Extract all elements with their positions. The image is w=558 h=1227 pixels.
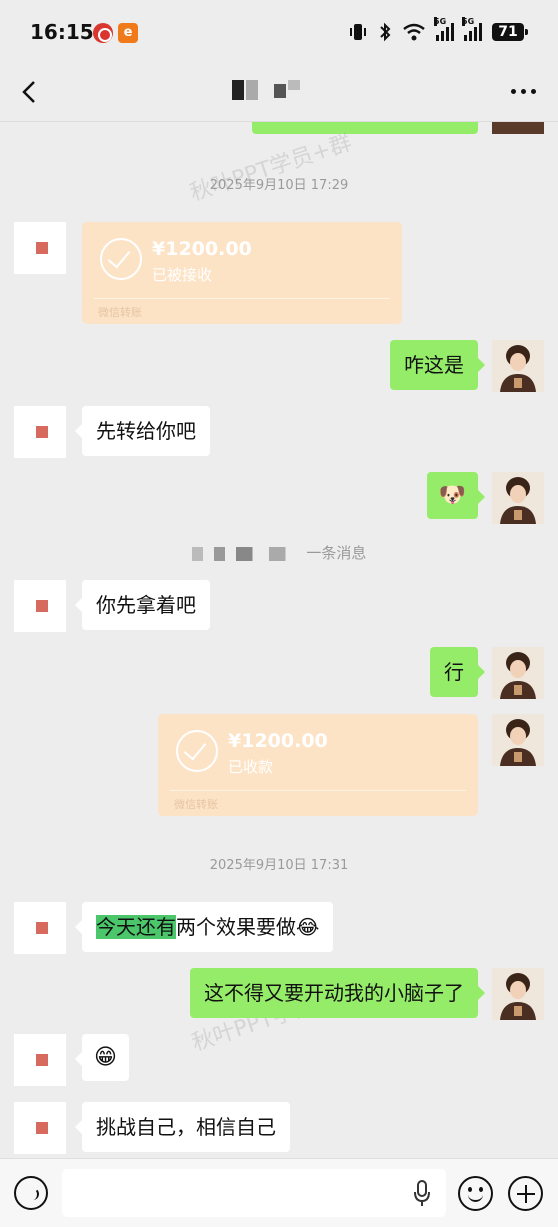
notification-app-icon — [93, 23, 113, 43]
message-bubble[interactable]: 😁 — [75, 1034, 129, 1081]
message-bubble[interactable]: 你先拿着吧 — [75, 580, 210, 630]
system-notice: 一条消息 — [0, 542, 558, 563]
timestamp: 2025年9月10日 17:29 — [209, 178, 349, 193]
watermark: 秋叶PPT学员+群 — [187, 130, 355, 207]
avatar-portrait — [492, 968, 544, 1020]
message-bubble[interactable]: 这不得又要开动我的小脑子了 — [190, 968, 485, 1018]
chat-message-list[interactable]: 秋叶PPT学员+群 秋叶PPT学员+群 2025年9月10日 17:29 ¥12… — [0, 122, 558, 1158]
tears-of-joy-emoji: 😂 — [296, 915, 320, 939]
avatar-portrait — [492, 340, 544, 392]
plus-icon[interactable] — [508, 1176, 543, 1211]
message-bubble[interactable]: 挑战自己，相信自己 — [75, 1102, 290, 1152]
divider — [170, 790, 466, 791]
divider — [94, 298, 390, 299]
signal-icon-1: 5G — [434, 17, 454, 41]
check-circle-icon — [100, 238, 142, 280]
my-avatar[interactable] — [492, 647, 544, 699]
contact-name-redacted — [232, 80, 300, 100]
vibrate-icon — [350, 24, 366, 40]
avatar-portrait — [492, 714, 544, 766]
contact-avatar[interactable] — [14, 1034, 66, 1086]
my-avatar — [492, 122, 544, 134]
transfer-amount: ¥1200.00 — [228, 730, 328, 752]
contact-avatar[interactable] — [14, 1102, 66, 1154]
transfer-card[interactable]: ¥1200.00 已收款 微信转账 — [158, 714, 478, 816]
grinning-emoji: 😁 — [94, 1045, 117, 1070]
message-text: 两个效果要做 — [176, 915, 296, 939]
transfer-status: 已被接收 — [152, 266, 213, 284]
contact-avatar[interactable] — [14, 406, 66, 458]
system-notice-text: 一条消息 — [306, 544, 367, 562]
transfer-status: 已收款 — [228, 758, 274, 776]
previous-message-bubble — [252, 122, 478, 134]
emoji-icon[interactable] — [458, 1176, 493, 1211]
contact-avatar[interactable] — [14, 222, 66, 274]
contact-avatar[interactable] — [14, 902, 66, 954]
message-bubble[interactable]: 今天还有两个效果要做😂 — [74, 902, 334, 952]
bluetooth-icon — [380, 22, 391, 42]
input-bar — [0, 1158, 558, 1227]
my-avatar[interactable] — [492, 714, 544, 766]
wifi-icon — [403, 23, 425, 41]
battery-icon: 71 — [492, 23, 528, 41]
my-avatar[interactable] — [492, 472, 544, 524]
my-avatar[interactable] — [492, 340, 544, 392]
transfer-footer: 微信转账 — [174, 798, 218, 811]
message-bubble[interactable]: 🐶 — [426, 472, 486, 519]
status-time: 16:15 — [30, 20, 94, 44]
notification-app-icon-2: e — [118, 23, 138, 43]
dog-emoji: 🐶 — [438, 483, 466, 508]
selected-text: 今天还有 — [96, 915, 176, 939]
mic-icon[interactable] — [412, 1179, 432, 1207]
more-dots-icon[interactable] — [511, 89, 536, 94]
chevron-left-icon[interactable] — [18, 79, 40, 105]
message-bubble[interactable]: 咋这是 — [390, 340, 485, 390]
message-input[interactable] — [62, 1169, 446, 1217]
avatar-portrait — [492, 472, 544, 524]
transfer-card[interactable]: ¥1200.00 已被接收 微信转账 — [82, 222, 402, 324]
timestamp: 2025年9月10日 17:31 — [209, 858, 349, 873]
message-bubble[interactable]: 行 — [430, 647, 485, 697]
status-icons: 5G 5G 71 — [348, 17, 528, 44]
transfer-amount: ¥1200.00 — [152, 238, 252, 260]
signal-icon-2: 5G — [462, 17, 482, 41]
voice-icon[interactable] — [14, 1176, 48, 1210]
avatar-portrait — [492, 647, 544, 699]
my-avatar[interactable] — [492, 968, 544, 1020]
status-bar: 16:15 e 5G 5G 71 — [0, 0, 558, 62]
redacted-name — [191, 546, 302, 561]
contact-avatar[interactable] — [14, 580, 66, 632]
check-circle-icon — [176, 730, 218, 772]
message-bubble[interactable]: 先转给你吧 — [75, 406, 210, 456]
transfer-footer: 微信转账 — [98, 306, 142, 319]
